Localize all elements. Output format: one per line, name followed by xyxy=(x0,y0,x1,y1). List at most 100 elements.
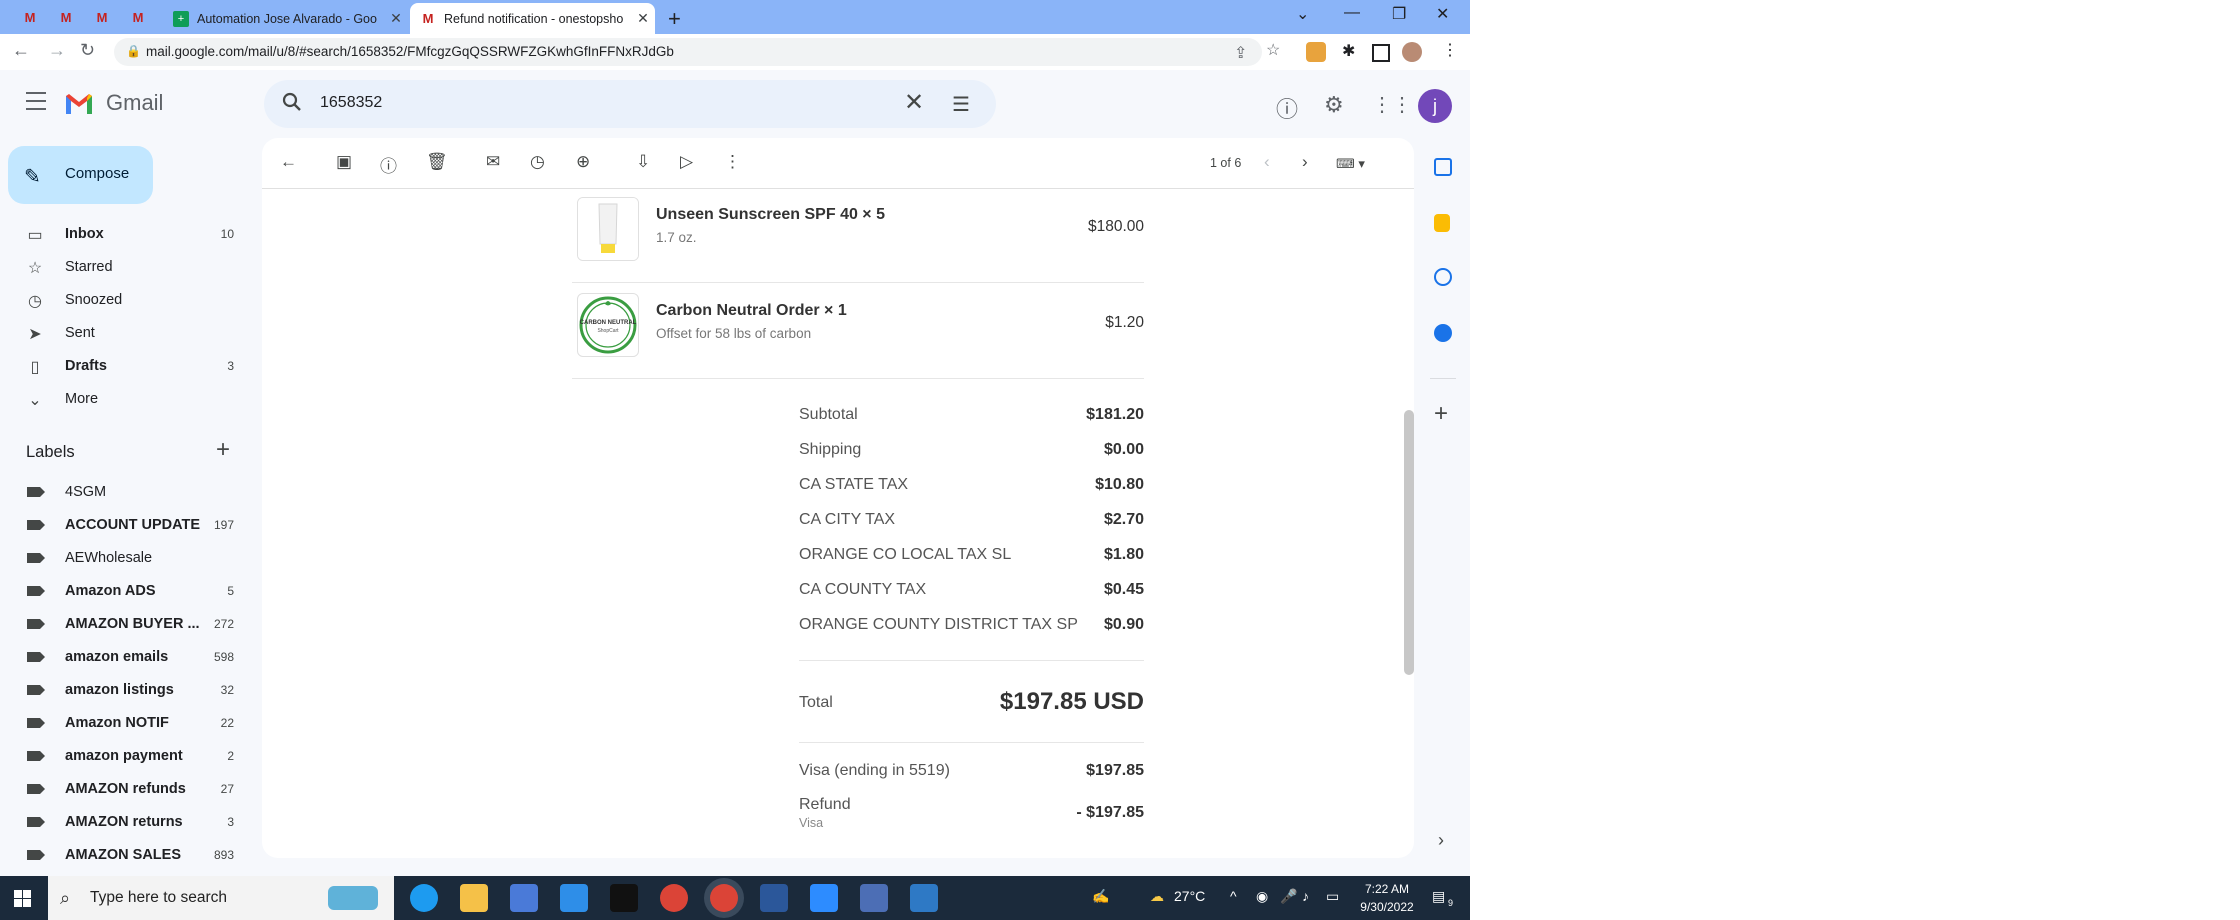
gmail-pinned-tab[interactable]: M xyxy=(56,8,76,26)
tab-sheets[interactable]: + Automation Jose Alvarado - Goo ✕ xyxy=(163,3,408,34)
sidebar-item-starred[interactable]: ☆ Starred xyxy=(0,251,250,283)
gmail-logo-icon[interactable] xyxy=(64,92,94,116)
input-tools-keyboard-icon[interactable]: ⌨ ▾ xyxy=(1336,156,1365,172)
label-item[interactable]: AMAZON SALES 893 xyxy=(0,839,250,871)
profile-avatar[interactable] xyxy=(1402,42,1422,62)
get-addons-plus-icon[interactable]: + xyxy=(1434,400,1448,428)
weather-temp[interactable]: 27°C xyxy=(1174,888,1205,904)
sidebar-item-sent[interactable]: ➤ Sent xyxy=(0,317,250,349)
label-item[interactable]: Amazon NOTIF 22 xyxy=(0,707,250,739)
sidebar-item-snoozed[interactable]: ◷ Snoozed xyxy=(0,284,250,316)
close-icon[interactable]: ✕ xyxy=(634,10,652,27)
chrome-active-icon[interactable] xyxy=(710,884,738,912)
weather-icon[interactable]: ☁ xyxy=(1150,888,1164,905)
back-icon[interactable]: ← xyxy=(12,40,30,61)
compose-button[interactable]: ✎ Compose xyxy=(8,146,153,204)
apps-grid-icon[interactable]: ⋮⋮ xyxy=(1372,92,1412,117)
taskbar-search[interactable]: ⌕ Type here to search xyxy=(48,876,394,920)
keep-icon[interactable] xyxy=(1434,214,1450,232)
settings-gear-icon[interactable]: ⚙ xyxy=(1324,92,1344,118)
tray-chevron-icon[interactable]: ^ xyxy=(1230,888,1237,904)
zoom-icon[interactable] xyxy=(810,884,838,912)
label-item[interactable]: amazon payment 2 xyxy=(0,740,250,772)
clear-search-icon[interactable]: ✕ xyxy=(904,88,924,117)
search-icon[interactable] xyxy=(282,92,302,112)
forward-icon[interactable]: → xyxy=(48,40,66,61)
minimize-button[interactable]: — xyxy=(1344,4,1360,22)
tab-refund-notification[interactable]: M Refund notification - onestopsho ✕ xyxy=(410,3,655,34)
photos-icon[interactable] xyxy=(910,884,938,912)
bookmark-star-icon[interactable]: ☆ xyxy=(1266,40,1280,60)
more-options-icon[interactable]: ⋮ xyxy=(724,152,741,172)
edge-icon[interactable] xyxy=(410,884,438,912)
speaker-icon[interactable]: ♪ xyxy=(1302,888,1309,904)
browser-menu-icon[interactable]: ⋮ xyxy=(1442,40,1458,60)
sidebar-item-drafts[interactable]: ▯ Drafts 3 xyxy=(0,350,250,382)
add-to-tasks-icon[interactable]: ⊕ xyxy=(576,152,590,172)
microphone-icon[interactable]: 🎤 xyxy=(1280,888,1297,905)
snooze-clock-icon[interactable]: ◷ xyxy=(530,152,545,172)
main-menu-icon[interactable] xyxy=(26,92,46,110)
label-item[interactable]: AMAZON refunds 27 xyxy=(0,773,250,805)
close-window-button[interactable]: ✕ xyxy=(1436,4,1449,24)
show-side-panel-chevron-icon[interactable]: › xyxy=(1438,830,1444,851)
chrome-icon[interactable] xyxy=(660,884,688,912)
label-item[interactable]: AEWholesale xyxy=(0,542,250,574)
gmail-pinned-tab[interactable]: M xyxy=(92,8,112,26)
close-icon[interactable]: ✕ xyxy=(387,10,405,27)
pen-icon[interactable]: ✍ xyxy=(1092,888,1109,905)
sidebar-item-more[interactable]: ⌄ More xyxy=(0,383,250,415)
camera-icon[interactable]: ◉ xyxy=(1256,888,1268,905)
side-panel-icon[interactable] xyxy=(1372,44,1390,62)
newer-chevron-icon[interactable]: ‹ xyxy=(1264,152,1270,172)
tab-search-icon[interactable]: ⌄ xyxy=(1296,4,1309,24)
mark-unread-icon[interactable]: ✉ xyxy=(486,152,500,172)
label-item[interactable]: amazon listings 32 xyxy=(0,674,250,706)
label-item[interactable]: amazon emails 598 xyxy=(0,641,250,673)
calculator-icon[interactable] xyxy=(860,884,888,912)
move-to-icon[interactable]: ⇩ xyxy=(636,152,650,172)
share-icon[interactable]: ⇪ xyxy=(1234,43,1247,63)
word-icon[interactable] xyxy=(760,884,788,912)
network-icon[interactable]: ▭ xyxy=(1326,888,1339,905)
message-view: ← ▣ ⓘ 🗑 ✉ ◷ ⊕ ⇩ ▷ ⋮ 1 of 6 ‹ › ⌨ ▾ Unsee… xyxy=(262,138,1414,858)
back-to-search-icon[interactable]: ← xyxy=(280,152,297,172)
notification-icon[interactable]: ▤ xyxy=(1432,888,1445,905)
label-item[interactable]: Amazon ADS 5 xyxy=(0,575,250,607)
account-avatar[interactable]: j xyxy=(1418,89,1452,123)
store-icon[interactable] xyxy=(510,884,538,912)
system-clock[interactable]: 7:22 AM 9/30/2022 xyxy=(1352,880,1422,916)
extension-icon[interactable] xyxy=(1306,42,1326,62)
calendar-icon[interactable] xyxy=(1434,158,1452,176)
search-options-icon[interactable]: ☰ xyxy=(952,92,970,117)
reload-icon[interactable]: ↻ xyxy=(80,40,95,61)
address-bar[interactable]: 🔒 mail.google.com/mail/u/8/#search/16583… xyxy=(114,38,1262,66)
label-icon[interactable]: ▷ xyxy=(680,152,693,172)
order-item: Unseen Sunscreen SPF 40 × 5 1.7 oz. $180… xyxy=(572,188,1144,282)
file-explorer-icon[interactable] xyxy=(460,884,488,912)
add-label-icon[interactable]: + xyxy=(216,436,230,464)
new-tab-button[interactable]: + xyxy=(668,6,681,32)
sidebar-item-inbox[interactable]: ▭ Inbox 10 xyxy=(0,218,250,250)
scrollbar-thumb[interactable] xyxy=(1404,410,1414,675)
older-chevron-icon[interactable]: › xyxy=(1302,152,1308,172)
label-item[interactable]: AMAZON BUYER ... 272 xyxy=(0,608,250,640)
label-item[interactable]: ACCOUNT UPDATE 197 xyxy=(0,509,250,541)
help-icon[interactable]: ⓘ xyxy=(1276,92,1298,124)
report-spam-icon[interactable]: ⓘ xyxy=(380,152,397,177)
label-item[interactable]: 4SGM xyxy=(0,476,250,508)
label-item[interactable]: AMAZON returns 3 xyxy=(0,806,250,838)
gmail-pinned-tab[interactable]: M xyxy=(20,8,40,26)
restore-button[interactable]: ❐ xyxy=(1392,4,1406,24)
contacts-icon[interactable] xyxy=(1434,324,1452,342)
search-input[interactable]: 1658352 xyxy=(320,94,382,112)
tasks-icon[interactable] xyxy=(1434,268,1452,286)
delete-trash-icon[interactable]: 🗑 xyxy=(426,152,448,172)
search-bar[interactable]: 1658352 ✕ ☰ xyxy=(264,80,996,128)
archive-icon[interactable]: ▣ xyxy=(336,152,352,172)
extensions-puzzle-icon[interactable]: ✱ xyxy=(1342,41,1355,61)
windows-start-icon[interactable] xyxy=(14,890,31,907)
app-icon[interactable] xyxy=(610,884,638,912)
mail-icon[interactable] xyxy=(560,884,588,912)
gmail-pinned-tab[interactable]: M xyxy=(128,8,148,26)
